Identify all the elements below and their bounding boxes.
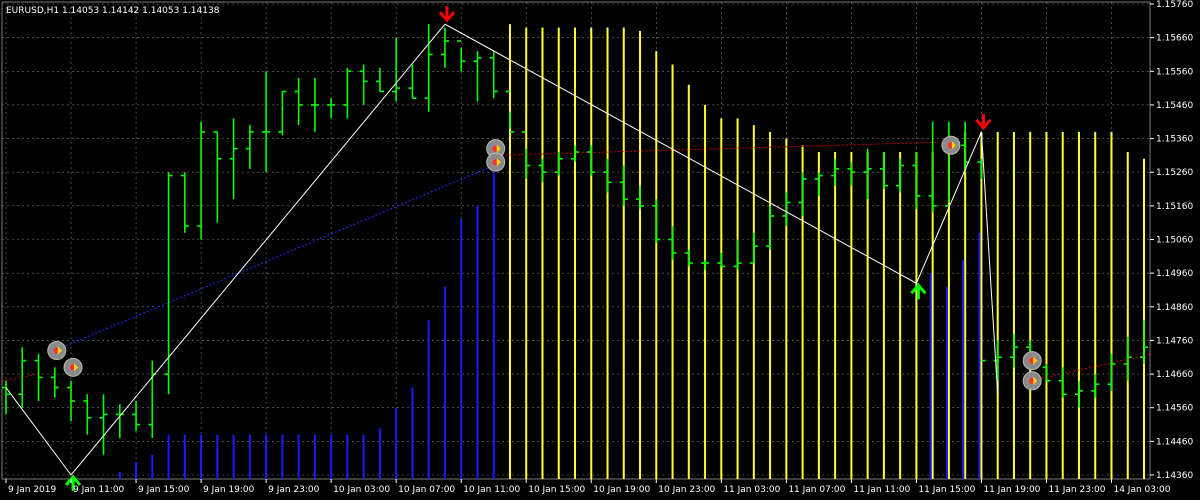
x-tick-label: 9 Jan 23:00 bbox=[268, 485, 320, 495]
x-tick-label: 11 Jan 11:00 bbox=[853, 485, 910, 495]
y-tick-label: 1.15360 bbox=[1156, 135, 1193, 145]
x-tick-label: 9 Jan 11:00 bbox=[73, 485, 125, 495]
signal-marker bbox=[486, 152, 506, 172]
x-tick-label: 10 Jan 03:00 bbox=[333, 485, 390, 495]
x-tick-label: 11 Jan 19:00 bbox=[983, 485, 1040, 495]
chart-window: 1.15760 1.15660 1.15560 1.15460 1.15360 1.152… bbox=[0, 0, 1200, 500]
y-tick-label: 1.14360 bbox=[1156, 471, 1193, 481]
x-tick-label: 11 Jan 03:00 bbox=[723, 485, 780, 495]
x-tick-label: 10 Jan 07:00 bbox=[398, 485, 455, 495]
x-tick-label: 11 Jan 07:00 bbox=[788, 485, 845, 495]
y-tick-label: 1.14660 bbox=[1156, 370, 1193, 380]
x-tick-label: 10 Jan 23:00 bbox=[658, 485, 715, 495]
signal-marker bbox=[941, 135, 961, 155]
x-tick-label: 10 Jan 19:00 bbox=[593, 485, 650, 495]
y-tick-label: 1.15460 bbox=[1156, 101, 1193, 111]
signal-marker bbox=[47, 341, 67, 361]
signal-marker bbox=[63, 357, 83, 377]
y-tick-label: 1.15660 bbox=[1156, 34, 1193, 44]
y-tick-label: 1.14560 bbox=[1156, 404, 1193, 414]
y-tick-label: 1.15060 bbox=[1156, 236, 1193, 246]
signal-marker bbox=[1022, 371, 1042, 391]
x-tick-label: 11 Jan 23:00 bbox=[1048, 485, 1105, 495]
y-tick-label: 1.14960 bbox=[1156, 269, 1193, 279]
x-tick-label: 10 Jan 15:00 bbox=[528, 485, 585, 495]
price-axis[interactable]: 1.15760 1.15660 1.15560 1.15460 1.15360 1.152… bbox=[1150, 0, 1193, 481]
signal-marker bbox=[1022, 351, 1042, 371]
y-tick-label: 1.15760 bbox=[1156, 0, 1193, 10]
y-tick-label: 1.14860 bbox=[1156, 303, 1193, 313]
x-tick-label: 9 Jan 15:00 bbox=[138, 485, 190, 495]
x-tick-label: 14 Jan 03:00 bbox=[1113, 485, 1170, 495]
x-tick-label: 9 Jan 2019 bbox=[8, 485, 56, 495]
y-tick-label: 1.15260 bbox=[1156, 168, 1193, 178]
y-tick-label: 1.14460 bbox=[1156, 437, 1193, 447]
y-tick-label: 1.15560 bbox=[1156, 67, 1193, 77]
x-tick-label: 10 Jan 11:00 bbox=[463, 485, 520, 495]
price-chart[interactable]: 1.15760 1.15660 1.15560 1.15460 1.15360 1.152… bbox=[0, 0, 1200, 500]
x-tick-label: 11 Jan 15:00 bbox=[918, 485, 975, 495]
chart-background bbox=[0, 0, 1200, 500]
x-tick-label: 9 Jan 19:00 bbox=[203, 485, 255, 495]
chart-title: EURUSD,H1 1.14053 1.14142 1.14053 1.1413… bbox=[6, 6, 220, 16]
y-tick-label: 1.15160 bbox=[1156, 202, 1193, 212]
y-tick-label: 1.14760 bbox=[1156, 336, 1193, 346]
